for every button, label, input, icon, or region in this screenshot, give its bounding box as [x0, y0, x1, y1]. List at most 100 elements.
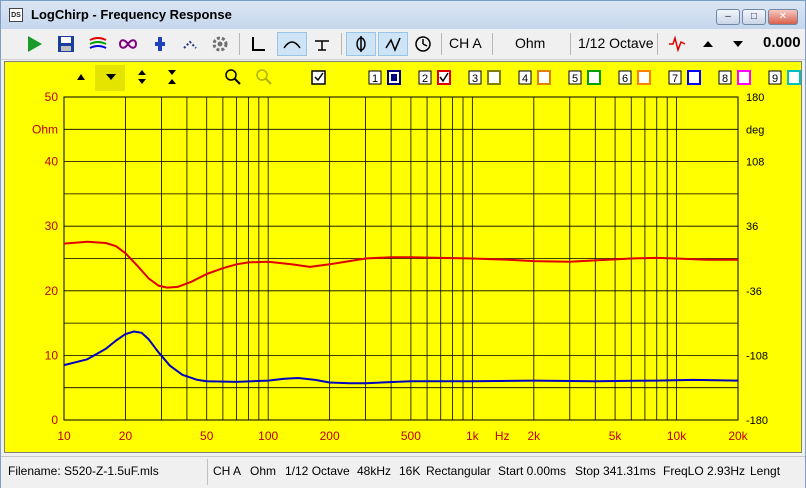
y-right-axis-label: deg	[746, 124, 764, 136]
overlay-curves-button[interactable]	[85, 32, 111, 56]
compress-up-icon	[168, 79, 176, 84]
expand-scale-button[interactable]	[138, 70, 146, 84]
timer-button[interactable]	[410, 32, 436, 56]
toolbar-separator	[570, 33, 571, 55]
status-smoothing: 1/12 Octave	[285, 464, 350, 478]
phase-icon	[356, 36, 366, 52]
channel-number: 4	[522, 73, 528, 85]
series-line-blue	[63, 330, 739, 385]
compress-scale-button[interactable]	[168, 70, 176, 84]
phase-button[interactable]	[346, 32, 376, 56]
y-right-tick-label: -36	[746, 286, 762, 298]
channel-number: 7	[672, 73, 678, 85]
step-view-button[interactable]	[309, 32, 335, 56]
channel-toggle-checkbox[interactable]	[687, 70, 701, 85]
status-stop: Stop 341.31ms	[575, 464, 656, 478]
frequency-view-button[interactable]	[277, 32, 307, 56]
toolbar-separator	[239, 33, 240, 55]
channel-number: 8	[722, 73, 728, 85]
toolbar-separator	[492, 33, 493, 55]
maximize-button[interactable]: □	[742, 9, 766, 25]
run-button[interactable]	[21, 32, 47, 56]
channel-number: 6	[622, 73, 628, 85]
magnifier-plus-icon	[225, 69, 237, 81]
gear-icon	[212, 36, 228, 52]
channel-number: 5	[572, 73, 578, 85]
status-bar: Filename: S520-Z-1.5uF.mls CH A Ohm 1/12…	[1, 456, 805, 488]
channel-selector[interactable]: CH A	[449, 35, 482, 51]
y-left-tick-label: 50	[45, 90, 59, 104]
infinity-icon	[118, 39, 138, 49]
status-rate: 48kHz	[357, 464, 392, 478]
marker-button[interactable]	[177, 32, 203, 56]
plot-area[interactable]: 1 2 3 4 5 6 7 8 9 0 10 20 30 40 50 Ohm -180 -108 -36 36 108…	[4, 61, 802, 453]
y-right-tick-label: 180	[746, 92, 764, 104]
y-right-tick-label: 108	[746, 157, 764, 169]
x-unit-label: Hz	[495, 429, 510, 443]
triangle-down-icon	[733, 41, 743, 47]
save-button[interactable]	[53, 32, 79, 56]
channel-toggle-checkbox[interactable]	[587, 70, 601, 85]
waveform-button[interactable]	[664, 32, 690, 56]
channel-number: 3	[472, 73, 478, 85]
x-tick-label: 10k	[667, 429, 687, 443]
y-right-tick-label: 36	[746, 221, 758, 233]
y-left-tick-label: 0	[51, 413, 58, 427]
y-left-tick-label: 10	[45, 348, 59, 362]
close-button[interactable]: ✕	[768, 9, 798, 25]
channel-number: 9	[772, 73, 778, 85]
step-response-icon	[315, 40, 329, 51]
impulse-icon	[252, 37, 265, 51]
value-readout: 0.000	[763, 34, 801, 51]
unit-selector[interactable]: Ohm	[515, 35, 545, 51]
series-line-red	[63, 240, 738, 289]
compress-down-icon	[168, 70, 176, 75]
clock-icon	[415, 36, 431, 52]
toolbar-separator	[441, 33, 442, 55]
x-tick-label: 50	[200, 429, 214, 443]
frequency-response-chart[interactable]: 1 2 3 4 5 6 7 8 9 0 10 20 30 40 50 Ohm -180 -108 -36 36 108…	[5, 62, 801, 452]
loop-button[interactable]	[115, 32, 141, 56]
y-left-axis-label: Ohm	[32, 122, 58, 136]
status-channel: CH A	[213, 464, 242, 478]
floppy-disk-icon	[58, 36, 74, 52]
frequency-curve-icon	[283, 41, 301, 49]
raise-curve-button[interactable]	[77, 74, 85, 80]
x-tick-label: 200	[320, 429, 340, 443]
plot-axes: 0 10 20 30 40 50 Ohm -180 -108 -36 36 108 180 deg 10 20…	[32, 90, 768, 443]
app-icon[interactable]: DS	[9, 8, 23, 22]
channel-toggle-checkbox[interactable]	[487, 70, 501, 85]
y-right-tick-label: -180	[746, 415, 768, 427]
smoothing-selector[interactable]: 1/12 Octave	[578, 35, 654, 51]
settings-button[interactable]	[207, 32, 233, 56]
channel-active-indicator	[391, 74, 397, 81]
crosshair-marker-icon	[183, 40, 197, 49]
channel-number: 2	[422, 73, 428, 85]
y-left-tick-label: 20	[45, 284, 59, 298]
zoom-out-button[interactable]	[256, 69, 272, 85]
group-delay-button[interactable]	[378, 32, 408, 56]
impulse-view-button[interactable]	[245, 32, 271, 56]
channel-toggle-checkbox[interactable]	[537, 70, 551, 85]
channel-toggle-checkbox[interactable]	[637, 70, 651, 85]
triangle-up-icon	[703, 41, 713, 47]
status-separator	[207, 459, 208, 485]
scroll-down-button[interactable]	[725, 32, 751, 56]
x-tick-label: 20k	[728, 429, 748, 443]
status-freqlo: FreqLO 2.93Hz	[663, 464, 746, 478]
waveform-icon	[669, 35, 686, 53]
triangle-up-icon	[77, 74, 85, 80]
channel-toggle-checkbox[interactable]	[787, 70, 801, 85]
toolbar-separator	[341, 33, 342, 55]
minimize-button[interactable]: –	[716, 9, 740, 25]
zoom-in-button[interactable]	[225, 69, 241, 85]
probe-button[interactable]	[147, 32, 173, 56]
channel-toggle-checkbox[interactable]	[737, 70, 751, 85]
show-all-checkbox[interactable]	[311, 70, 326, 85]
probe-icon	[155, 37, 165, 51]
status-unit: Ohm	[250, 464, 277, 478]
status-size: 16K	[399, 464, 421, 478]
expand-up-icon	[138, 70, 146, 75]
scroll-up-button[interactable]	[695, 32, 721, 56]
x-tick-label: 100	[258, 429, 278, 443]
